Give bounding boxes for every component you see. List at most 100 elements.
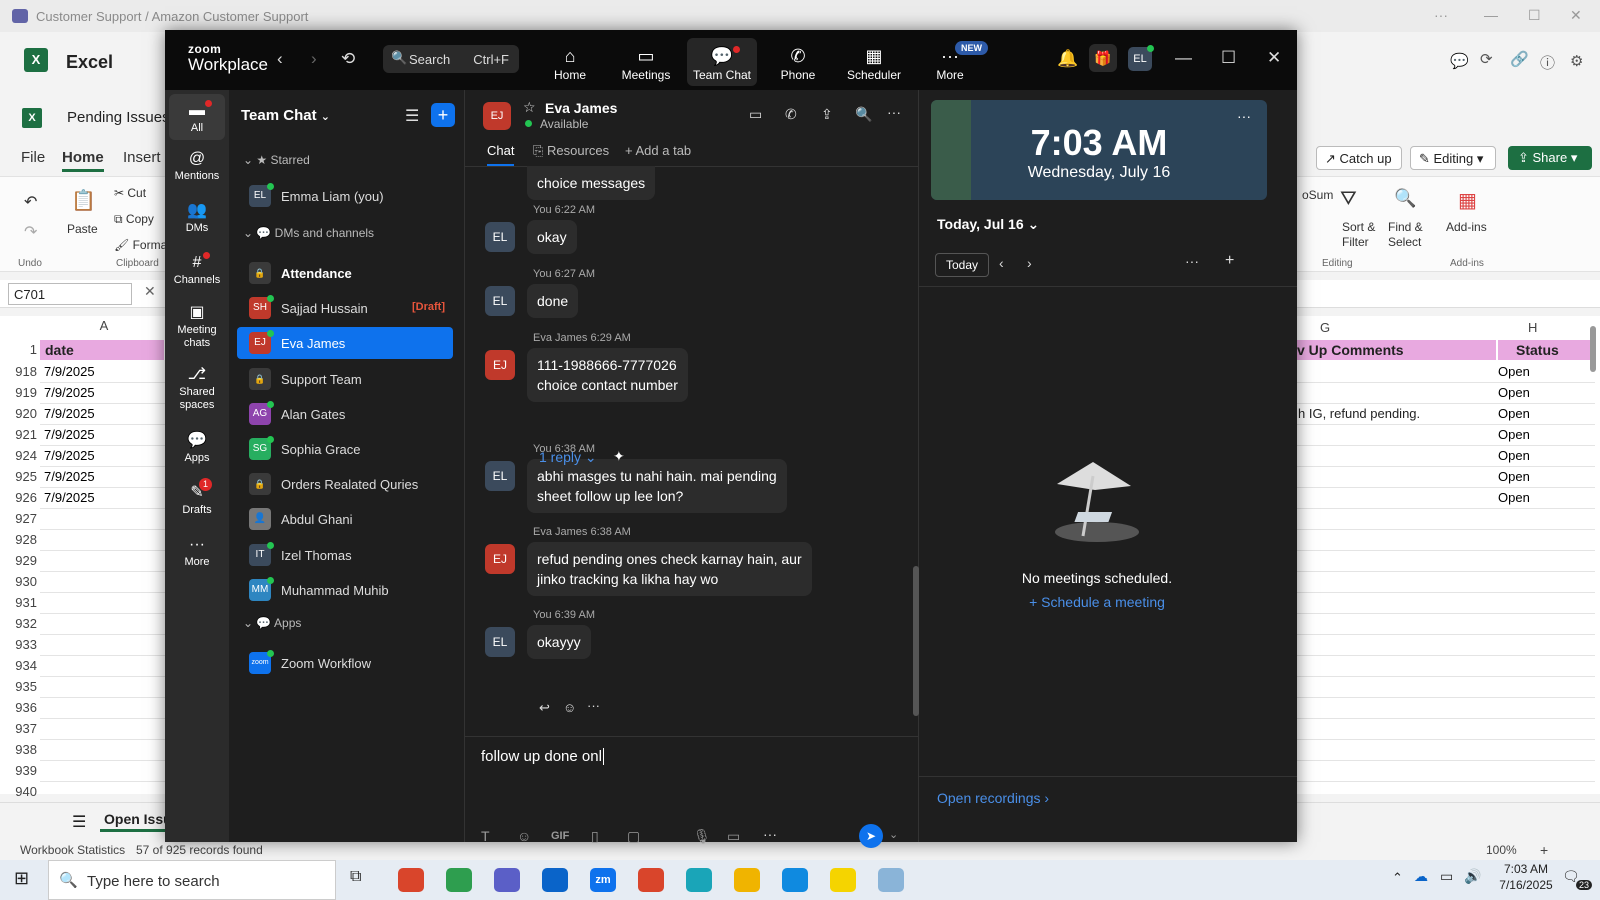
excel-refresh-icon[interactable]: ⟳ xyxy=(1480,50,1493,68)
chat-search-icon[interactable]: 🔍 xyxy=(855,106,872,123)
outer-more-icon[interactable]: ··· xyxy=(1434,7,1448,23)
chat-list-item[interactable]: 🔒 Attendance xyxy=(237,257,453,289)
chat-list-item[interactable]: 👤 Abdul Ghani xyxy=(237,503,453,535)
send-options-icon[interactable]: ⌄ xyxy=(889,828,898,841)
cell-status[interactable]: Open xyxy=(1498,385,1530,400)
rail-mentions[interactable]: @ Mentions xyxy=(165,148,229,182)
excel-info-icon[interactable]: ⓘ xyxy=(1540,52,1555,73)
chat-list-item[interactable]: 🔒 Support Team xyxy=(237,363,453,395)
screenshot-icon[interactable]: ▢ xyxy=(627,828,640,845)
microphone-icon[interactable]: 🎙 xyxy=(693,828,711,845)
cell-date[interactable]: 7/9/2025 xyxy=(44,406,95,421)
excel-vertical-scrollbar[interactable] xyxy=(1590,326,1596,372)
row-number[interactable]: 936 xyxy=(0,700,40,715)
message-avatar[interactable]: EJ xyxy=(485,544,515,574)
cut-button[interactable]: ✂ Cut xyxy=(114,186,146,200)
column-header-a[interactable]: A xyxy=(42,318,166,333)
history-icon[interactable]: ⟲ xyxy=(341,49,355,69)
excel-file-name[interactable]: Pending Issues xyxy=(67,109,170,126)
excel-tab-insert[interactable]: Insert xyxy=(123,149,161,166)
share-button[interactable]: ⇪ Share ▾ xyxy=(1508,146,1592,170)
editing-mode-button[interactable]: ✎ Editing ▾ xyxy=(1410,146,1496,170)
workbook-statistics[interactable]: Workbook Statistics xyxy=(20,843,125,857)
excel-comment-icon[interactable]: 💬 xyxy=(1450,52,1469,70)
section-starred[interactable]: ⌄ ★ Starred xyxy=(243,153,310,167)
paste-icon[interactable]: 📋 xyxy=(71,188,96,213)
row-number[interactable]: 940 xyxy=(0,784,40,799)
row-number[interactable]: 924 xyxy=(0,448,40,463)
cell-status[interactable]: Open xyxy=(1498,490,1530,505)
message-avatar[interactable]: EL xyxy=(485,286,515,316)
gif-icon[interactable]: GIF xyxy=(551,830,569,842)
teams-taskbar-icon[interactable] xyxy=(494,868,520,892)
zoom-taskbar-icon[interactable]: zm xyxy=(590,868,616,892)
message-bubble[interactable]: done xyxy=(527,284,579,318)
row-number[interactable]: 918 xyxy=(0,364,40,379)
row-number[interactable]: 938 xyxy=(0,742,40,757)
message-avatar[interactable]: EL xyxy=(485,222,515,252)
name-box[interactable]: C701 xyxy=(8,283,132,305)
cell-status[interactable]: Open xyxy=(1498,427,1530,442)
catch-up-button[interactable]: ↗ Catch up xyxy=(1316,146,1402,170)
chat-more-icon[interactable]: ··· xyxy=(887,104,901,120)
next-day-icon[interactable]: › xyxy=(1027,255,1032,271)
nav-home[interactable]: ⌂ Home xyxy=(535,38,605,86)
chat-list-item[interactable]: AG Alan Gates xyxy=(237,398,453,430)
message-avatar[interactable]: EL xyxy=(485,461,515,491)
add-event-icon[interactable]: + xyxy=(1225,252,1234,270)
cell-status[interactable]: Open xyxy=(1498,406,1530,421)
volume-icon[interactable]: 🔊 xyxy=(1464,868,1481,885)
onedrive-icon[interactable]: ☁ xyxy=(1414,868,1428,885)
cell-date[interactable]: 7/9/2025 xyxy=(44,364,95,379)
cell-date[interactable]: 7/9/2025 xyxy=(44,427,95,442)
autosum-button[interactable]: oSum xyxy=(1302,188,1333,202)
row-number[interactable]: 930 xyxy=(0,574,40,589)
file-icon[interactable]: ▯ xyxy=(591,828,599,845)
cell-date[interactable]: 7/9/2025 xyxy=(44,385,95,400)
outlook-icon[interactable] xyxy=(542,868,568,892)
taskbar-date[interactable]: 7/16/2025 xyxy=(1490,878,1562,892)
zoom-level[interactable]: 100% xyxy=(1486,843,1517,857)
notepad-icon[interactable] xyxy=(878,868,904,892)
header-status[interactable]: Status xyxy=(1516,342,1559,358)
contact-name[interactable]: Eva James xyxy=(545,100,617,116)
tab-add[interactable]: + Add a tab xyxy=(625,143,691,158)
today-header[interactable]: Today, Jul 16 ⌄ xyxy=(937,216,1039,233)
windows-start-icon[interactable]: ⊞ xyxy=(14,868,29,889)
nav-team-chat[interactable]: 💬 Team Chat xyxy=(687,38,757,86)
rail-more[interactable]: ··· More xyxy=(165,534,229,568)
find-select-button[interactable]: Find & Select xyxy=(1388,220,1432,250)
reply-thread-link[interactable]: 1 reply ⌄ xyxy=(539,449,597,466)
schedule-meeting-link[interactable]: + Schedule a meeting xyxy=(919,594,1275,610)
format-text-icon[interactable]: T xyxy=(481,828,490,844)
message-bubble[interactable]: okay xyxy=(527,220,577,254)
video-message-icon[interactable]: ▭ xyxy=(727,828,740,845)
section-dms-channels[interactable]: ⌄ 💬 DMs and channels xyxy=(243,226,374,240)
rail-dms[interactable]: 👥 DMs xyxy=(165,200,229,234)
network-icon[interactable]: ▭ xyxy=(1440,868,1453,885)
zoom-search-box[interactable]: 🔍 Search Ctrl+F xyxy=(383,45,519,73)
row-number[interactable]: 935 xyxy=(0,679,40,694)
row-number[interactable]: 926 xyxy=(0,490,40,505)
outer-maximize-button[interactable]: ☐ xyxy=(1528,7,1541,24)
redo-icon[interactable]: ↷ xyxy=(24,222,37,242)
chat-list-item[interactable]: IT Izel Thomas xyxy=(237,539,453,571)
screen-share-icon[interactable]: ⇪ xyxy=(821,106,833,123)
header-date[interactable]: date xyxy=(45,342,74,358)
row-number[interactable]: 939 xyxy=(0,763,40,778)
notification-bell-icon[interactable]: 🔔 xyxy=(1057,49,1078,69)
row-number[interactable]: 921 xyxy=(0,427,40,442)
excel-tab-file[interactable]: File xyxy=(21,149,45,166)
file-explorer-icon[interactable] xyxy=(734,868,760,892)
ai-sparkle-icon[interactable]: ✦ xyxy=(613,448,625,465)
star-icon[interactable]: ☆ xyxy=(523,99,536,116)
row-number[interactable]: 932 xyxy=(0,616,40,631)
rail-channels[interactable]: # Channels xyxy=(165,252,229,286)
taskbar-time[interactable]: 7:03 AM xyxy=(1490,862,1562,876)
forward-arrow-icon[interactable]: › xyxy=(311,49,317,69)
composer-more-icon[interactable]: ··· xyxy=(763,826,777,842)
column-header-h[interactable]: H xyxy=(1528,320,1537,335)
chrome-icon[interactable] xyxy=(398,868,424,892)
message-bubble[interactable]: 111-1988666-7777026 choice contact numbe… xyxy=(527,348,688,402)
chat-list-item[interactable]: EJ Eva James xyxy=(237,327,453,359)
